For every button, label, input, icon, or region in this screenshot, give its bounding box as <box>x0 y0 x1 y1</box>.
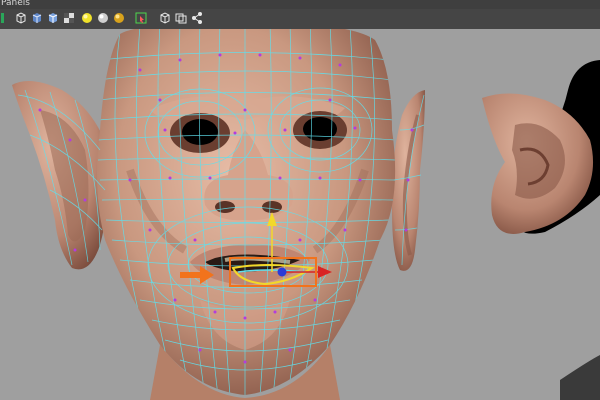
textured-shading-icon[interactable] <box>62 11 76 25</box>
isolate-select-icon[interactable] <box>134 11 148 25</box>
xray-icon[interactable] <box>158 11 172 25</box>
default-light-icon[interactable] <box>80 11 94 25</box>
viewport-scene <box>0 29 600 400</box>
shadows-icon[interactable] <box>112 11 126 25</box>
panel-menubar: Panels <box>0 0 600 9</box>
all-lights-icon[interactable] <box>96 11 110 25</box>
camera-icon[interactable] <box>14 11 28 25</box>
grid-icon[interactable] <box>174 11 188 25</box>
viewport-toolbar <box>0 9 600 30</box>
toolbar-handle <box>0 11 6 25</box>
smooth-shading-icon[interactable] <box>46 11 60 25</box>
wireframe-shading-icon[interactable] <box>30 11 44 25</box>
maya-window: Panels <box>0 0 600 400</box>
panels-menu[interactable]: Panels <box>1 0 30 9</box>
share-icon[interactable] <box>190 11 204 25</box>
3d-viewport[interactable] <box>0 29 600 400</box>
